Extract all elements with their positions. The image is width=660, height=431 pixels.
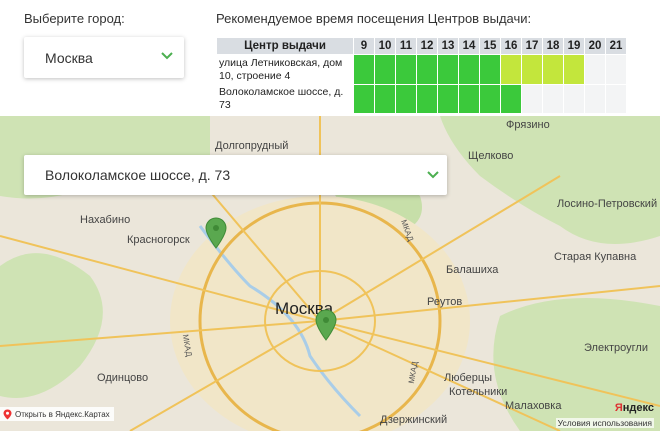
map-marker-icon[interactable] <box>205 217 227 249</box>
hour-cell-green <box>353 84 375 114</box>
map-label-lyubertsy: Люберцы <box>444 372 493 384</box>
hour-cell-green <box>479 84 501 114</box>
map-label-krasnogorsk: Красногорск <box>127 234 190 246</box>
city-label: Выберите город: <box>24 11 125 26</box>
hour-cell-empty <box>584 54 606 85</box>
map-label-odintsovo: Одинцово <box>97 372 149 384</box>
hour-cell-empty <box>584 84 606 114</box>
hour-cell-lime <box>521 54 543 85</box>
map-label-elektrougli: Электроугли <box>584 342 648 354</box>
hour-cell-empty <box>542 84 564 114</box>
hour-cell-green <box>437 84 459 114</box>
map-label-dolgoprudny: Долгопрудный <box>215 140 289 152</box>
open-in-yandex-maps-link[interactable]: Открыть в Яндекс.Картах <box>0 407 114 421</box>
map-label-reutov: Реутов <box>427 296 463 308</box>
hour-header: 21 <box>605 37 627 55</box>
map-label-kotelniki: Котельники <box>449 386 508 398</box>
schedule-name-header: Центр выдачи <box>216 37 354 55</box>
hour-cell-green <box>353 54 375 85</box>
hour-header: 19 <box>563 37 585 55</box>
hour-header: 11 <box>395 37 417 55</box>
map-label-schelkovo: Щелково <box>468 150 514 162</box>
hour-cell-green <box>500 84 522 114</box>
map-pin-icon <box>3 409 12 419</box>
hour-cell-green <box>458 84 480 114</box>
map-label-malakhovka: Малаховка <box>505 400 562 412</box>
hour-header: 15 <box>479 37 501 55</box>
hour-cell-green <box>395 84 417 114</box>
hour-cell-empty <box>563 84 585 114</box>
hour-cell-lime <box>542 54 564 85</box>
hour-header: 13 <box>437 37 459 55</box>
hour-cell-lime <box>563 54 585 85</box>
map-label-losino: Лосино-Петровский <box>557 198 658 210</box>
chevron-down-icon <box>161 52 173 60</box>
hour-cell-green <box>479 54 501 85</box>
schedule-title: Рекомендуемое время посещения Центров вы… <box>216 11 532 26</box>
map-label-dzerzhinsky: Дзержинский <box>380 414 448 426</box>
hour-header: 18 <box>542 37 564 55</box>
map[interactable]: Фрязино Долгопрудный Щелково Нахабино Ло… <box>0 116 660 431</box>
hour-header: 12 <box>416 37 438 55</box>
map-label-frazino: Фрязино <box>506 119 550 131</box>
terms-of-use-link[interactable]: Условия использования <box>555 418 654 428</box>
hour-header: 10 <box>374 37 396 55</box>
map-label-kupavna: Старая Купавна <box>554 251 637 263</box>
schedule-row: улица Летниковская, дом 10, строение 4 <box>216 54 627 85</box>
hour-header: 14 <box>458 37 480 55</box>
city-select-value: Москва <box>45 49 93 66</box>
map-label-nakhabino: Нахабино <box>80 214 131 226</box>
hour-cell-green <box>395 54 417 85</box>
pickup-point-name: улица Летниковская, дом 10, строение 4 <box>216 54 354 85</box>
city-select[interactable]: Москва <box>24 37 184 78</box>
schedule-header-row: Центр выдачи 9 10 11 12 13 14 15 16 17 18 19 20 21 <box>216 37 627 55</box>
chevron-down-icon <box>427 171 439 179</box>
pickup-point-select-value: Волоколамское шоссе, д. 73 <box>45 167 231 183</box>
hour-cell-lime <box>500 54 522 85</box>
hour-header: 20 <box>584 37 606 55</box>
hour-cell-green <box>458 54 480 85</box>
pickup-point-select[interactable]: Волоколамское шоссе, д. 73 <box>24 155 447 195</box>
map-label-balashikha: Балашиха <box>446 264 499 276</box>
hour-cell-green <box>416 54 438 85</box>
hour-cell-green <box>374 54 396 85</box>
hour-header: 16 <box>500 37 522 55</box>
schedule-table: Центр выдачи 9 10 11 12 13 14 15 16 17 18 19 20 21 у… <box>216 37 627 114</box>
pickup-point-name: Волоколамское шоссе, д. 73 <box>216 84 354 114</box>
hour-cell-green <box>374 84 396 114</box>
hour-cell-green <box>416 84 438 114</box>
hour-cell-green <box>437 54 459 85</box>
hour-cell-empty <box>521 84 543 114</box>
hour-cell-empty <box>605 54 627 85</box>
map-marker-icon[interactable] <box>315 309 337 341</box>
hour-header: 9 <box>353 37 375 55</box>
open-in-yandex-maps-label: Открыть в Яндекс.Картах <box>15 409 110 419</box>
schedule-row: Волоколамское шоссе, д. 73 <box>216 84 627 114</box>
yandex-logo: Яндекс <box>614 402 654 414</box>
hour-header: 17 <box>521 37 543 55</box>
hour-cell-empty <box>605 84 627 114</box>
